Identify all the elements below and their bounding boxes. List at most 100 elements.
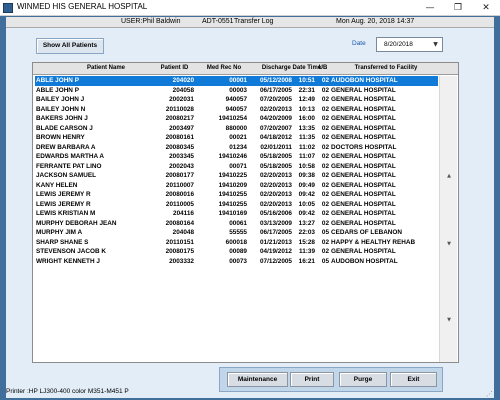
cell-time: 11:02 <box>299 143 315 151</box>
cell-date: 05/18/2005 <box>260 153 292 160</box>
cell-name: ABLE JOHN P <box>36 77 79 84</box>
cell-facility: CEDARS OF LEBANON <box>331 229 403 236</box>
cell-name: BAILEY JOHN N <box>36 105 86 113</box>
cell-time: 09:42 <box>298 210 315 217</box>
cell-mrn: 940057 <box>225 96 247 103</box>
cell-name: LEWIS JEREMY R <box>36 191 91 198</box>
table-row[interactable]: LEWIS JEREMY R 20110005 19410255 02/20/2013… <box>35 200 438 210</box>
window-title: WINMED HIS GENERAL HOSPITAL <box>17 2 148 11</box>
cell-pid: 2002043 <box>169 162 194 170</box>
date-label: Date <box>352 40 366 47</box>
show-all-patients-button[interactable]: Show All Patients <box>36 38 104 54</box>
cell-ub: 02 <box>321 115 329 122</box>
action-button-bar: Maintenance Print Purge Exit <box>219 367 443 392</box>
cell-ub: 05 <box>321 257 329 265</box>
cell-mrn: 55555 <box>229 229 247 236</box>
cell-date: 05/16/2006 <box>260 210 292 217</box>
scroll-indicator-icon[interactable]: ▼ <box>445 240 453 248</box>
cell-date: 05/18/2005 <box>260 162 292 170</box>
exit-button[interactable]: Exit <box>390 372 437 387</box>
table-row[interactable]: ABLE JOHN P 204058 00003 06/17/2005 22:31 02 G… <box>35 86 438 96</box>
cell-mrn: 19410169 <box>218 210 247 217</box>
cell-mrn: 00001 <box>229 77 247 84</box>
info-bar: USER:Phil Baldwin ADT-0551 Transfer Log … <box>6 17 494 28</box>
table-row[interactable]: LEWIS JEREMY R 20080016 19410255 02/20/2013… <box>35 190 438 200</box>
vertical-scrollbar[interactable]: ▲ ▼ ▼ <box>439 76 457 362</box>
cell-facility: GENERAL HOSPITAL <box>331 124 396 132</box>
cell-date: 02/20/2013 <box>260 172 292 179</box>
table-row[interactable]: DREW BARBARA A 20080345 01234 02/01/2011 11:… <box>35 143 438 153</box>
cell-ub: 02 <box>321 191 329 198</box>
table-row[interactable]: KANY HELEN 20110007 19410209 02/20/2013 09:4… <box>35 181 438 191</box>
table-row[interactable]: BROWN HENRY 20080161 00021 04/18/2012 11:35 0… <box>35 133 438 143</box>
table-row[interactable]: EDWARDS MARTHA A 2003345 19410246 05/18/200… <box>35 152 438 162</box>
cell-pid: 204116 <box>173 210 194 217</box>
cell-time: 11:35 <box>299 134 315 141</box>
cell-name: BAKERS JOHN J <box>36 115 88 122</box>
table-row[interactable]: MURPHY JIM A 204048 55555 06/17/2005 22:03 05… <box>35 228 438 238</box>
table-row[interactable]: BAILEY JOHN J 2002031 940057 07/20/2005 12:4… <box>35 95 438 105</box>
table-row[interactable]: BAILEY JOHN N 20110028 940057 02/20/2013 10:… <box>35 105 438 115</box>
cell-ub: 02 <box>321 219 329 227</box>
transfer-log-table: Patient Name Patient ID Med Rec No Disch… <box>32 62 459 363</box>
column-header-transferred-to-facility[interactable]: Transferred to Facility <box>333 65 439 71</box>
table-row[interactable]: BAKERS JOHN J 20080217 19410254 04/20/2009 1… <box>35 114 438 124</box>
cell-ub: 02 <box>321 210 329 217</box>
close-button[interactable]: ✕ <box>472 0 500 16</box>
scroll-up-arrow-icon[interactable]: ▲ <box>445 172 453 180</box>
printer-status: Printer :HP LJ300-400 color M351-M451 P <box>6 388 129 395</box>
column-header-ub[interactable]: UB <box>315 65 331 71</box>
table-row[interactable]: WRIGHT KENNETH J 2003332 00073 07/12/2005 16… <box>35 257 438 267</box>
cell-date: 03/13/2009 <box>260 219 292 227</box>
cell-ub: 02 <box>321 153 329 160</box>
column-header-patient-name[interactable]: Patient Name <box>61 65 151 71</box>
cell-facility: GENERAL HOSPITAL <box>331 210 396 217</box>
cell-name: ABLE JOHN P <box>36 86 79 94</box>
cell-facility: AUDOBON HOSPITAL <box>331 257 398 265</box>
restore-button[interactable]: ❐ <box>444 0 472 16</box>
table-row[interactable]: SHARP SHANE S 20110151 600018 01/21/2013 15:… <box>35 238 438 248</box>
cell-time: 22:31 <box>298 86 315 94</box>
cell-date: 02/20/2013 <box>260 191 292 198</box>
purge-button[interactable]: Purge <box>339 372 387 387</box>
cell-ub: 02 <box>321 124 329 132</box>
table-row[interactable]: LEWIS KRISTIAN M 204116 19410169 05/16/2006… <box>35 209 438 219</box>
table-row[interactable]: MURPHY DEBORAH JEAN 20080164 00061 03/13/20… <box>35 219 438 229</box>
cell-mrn: 00003 <box>229 86 247 94</box>
table-row[interactable]: JACKSON SAMUEL 20080177 19410225 02/20/2013… <box>35 171 438 181</box>
program-code: ADT-0551 <box>202 18 234 25</box>
cell-facility: GENERAL HOSPITAL <box>331 172 396 179</box>
chevron-down-icon[interactable]: ▼ <box>431 40 440 49</box>
cell-date: 04/19/2012 <box>260 248 292 255</box>
minimize-button[interactable]: — <box>416 0 444 16</box>
cell-mrn: 19410246 <box>218 153 247 160</box>
cell-pid: 20110007 <box>165 181 194 189</box>
cell-mrn: 00089 <box>229 248 247 255</box>
resize-grip-icon[interactable]: ⋰ <box>486 390 495 399</box>
scroll-down-arrow-icon[interactable]: ▼ <box>445 316 453 324</box>
print-button[interactable]: Print <box>290 372 334 387</box>
cell-ub: 02 <box>321 238 329 246</box>
table-row[interactable]: FERRANTE PAT LINO 2002043 00071 05/18/2005 1… <box>35 162 438 172</box>
column-header-patient-id[interactable]: Patient ID <box>153 65 196 71</box>
cell-time: 13:27 <box>298 219 315 227</box>
table-row[interactable]: STEVENSON JACOB K 20080175 00089 04/19/2012… <box>35 247 438 257</box>
cell-mrn: 19410254 <box>218 115 247 122</box>
date-picker[interactable]: 8/20/2018 ▼ <box>376 37 443 52</box>
cell-mrn: 19410209 <box>218 181 247 189</box>
cell-pid: 20080345 <box>165 143 194 151</box>
cell-mrn: 600018 <box>225 238 247 246</box>
cell-ub: 02 <box>321 134 329 141</box>
cell-name: BAILEY JOHN J <box>36 96 85 103</box>
cell-name: MURPHY DEBORAH JEAN <box>36 219 117 227</box>
cell-pid: 20080177 <box>165 172 194 179</box>
cell-time: 10:05 <box>298 200 315 208</box>
table-body: ABLE JOHN P 204020 00001 05/12/2008 10:51 02 A… <box>35 76 438 266</box>
cell-mrn: 00061 <box>229 219 247 227</box>
cell-facility: GENERAL HOSPITAL <box>331 219 396 227</box>
table-row[interactable]: ABLE JOHN P 204020 00001 05/12/2008 10:51 02 A… <box>35 76 438 86</box>
user-label: USER:Phil Baldwin <box>121 18 181 25</box>
column-header-med-rec-no[interactable]: Med Rec No <box>199 65 249 71</box>
maintenance-button[interactable]: Maintenance <box>227 372 288 387</box>
table-row[interactable]: BLADE CARSON J 2003497 880000 07/20/2007 13:… <box>35 124 438 134</box>
